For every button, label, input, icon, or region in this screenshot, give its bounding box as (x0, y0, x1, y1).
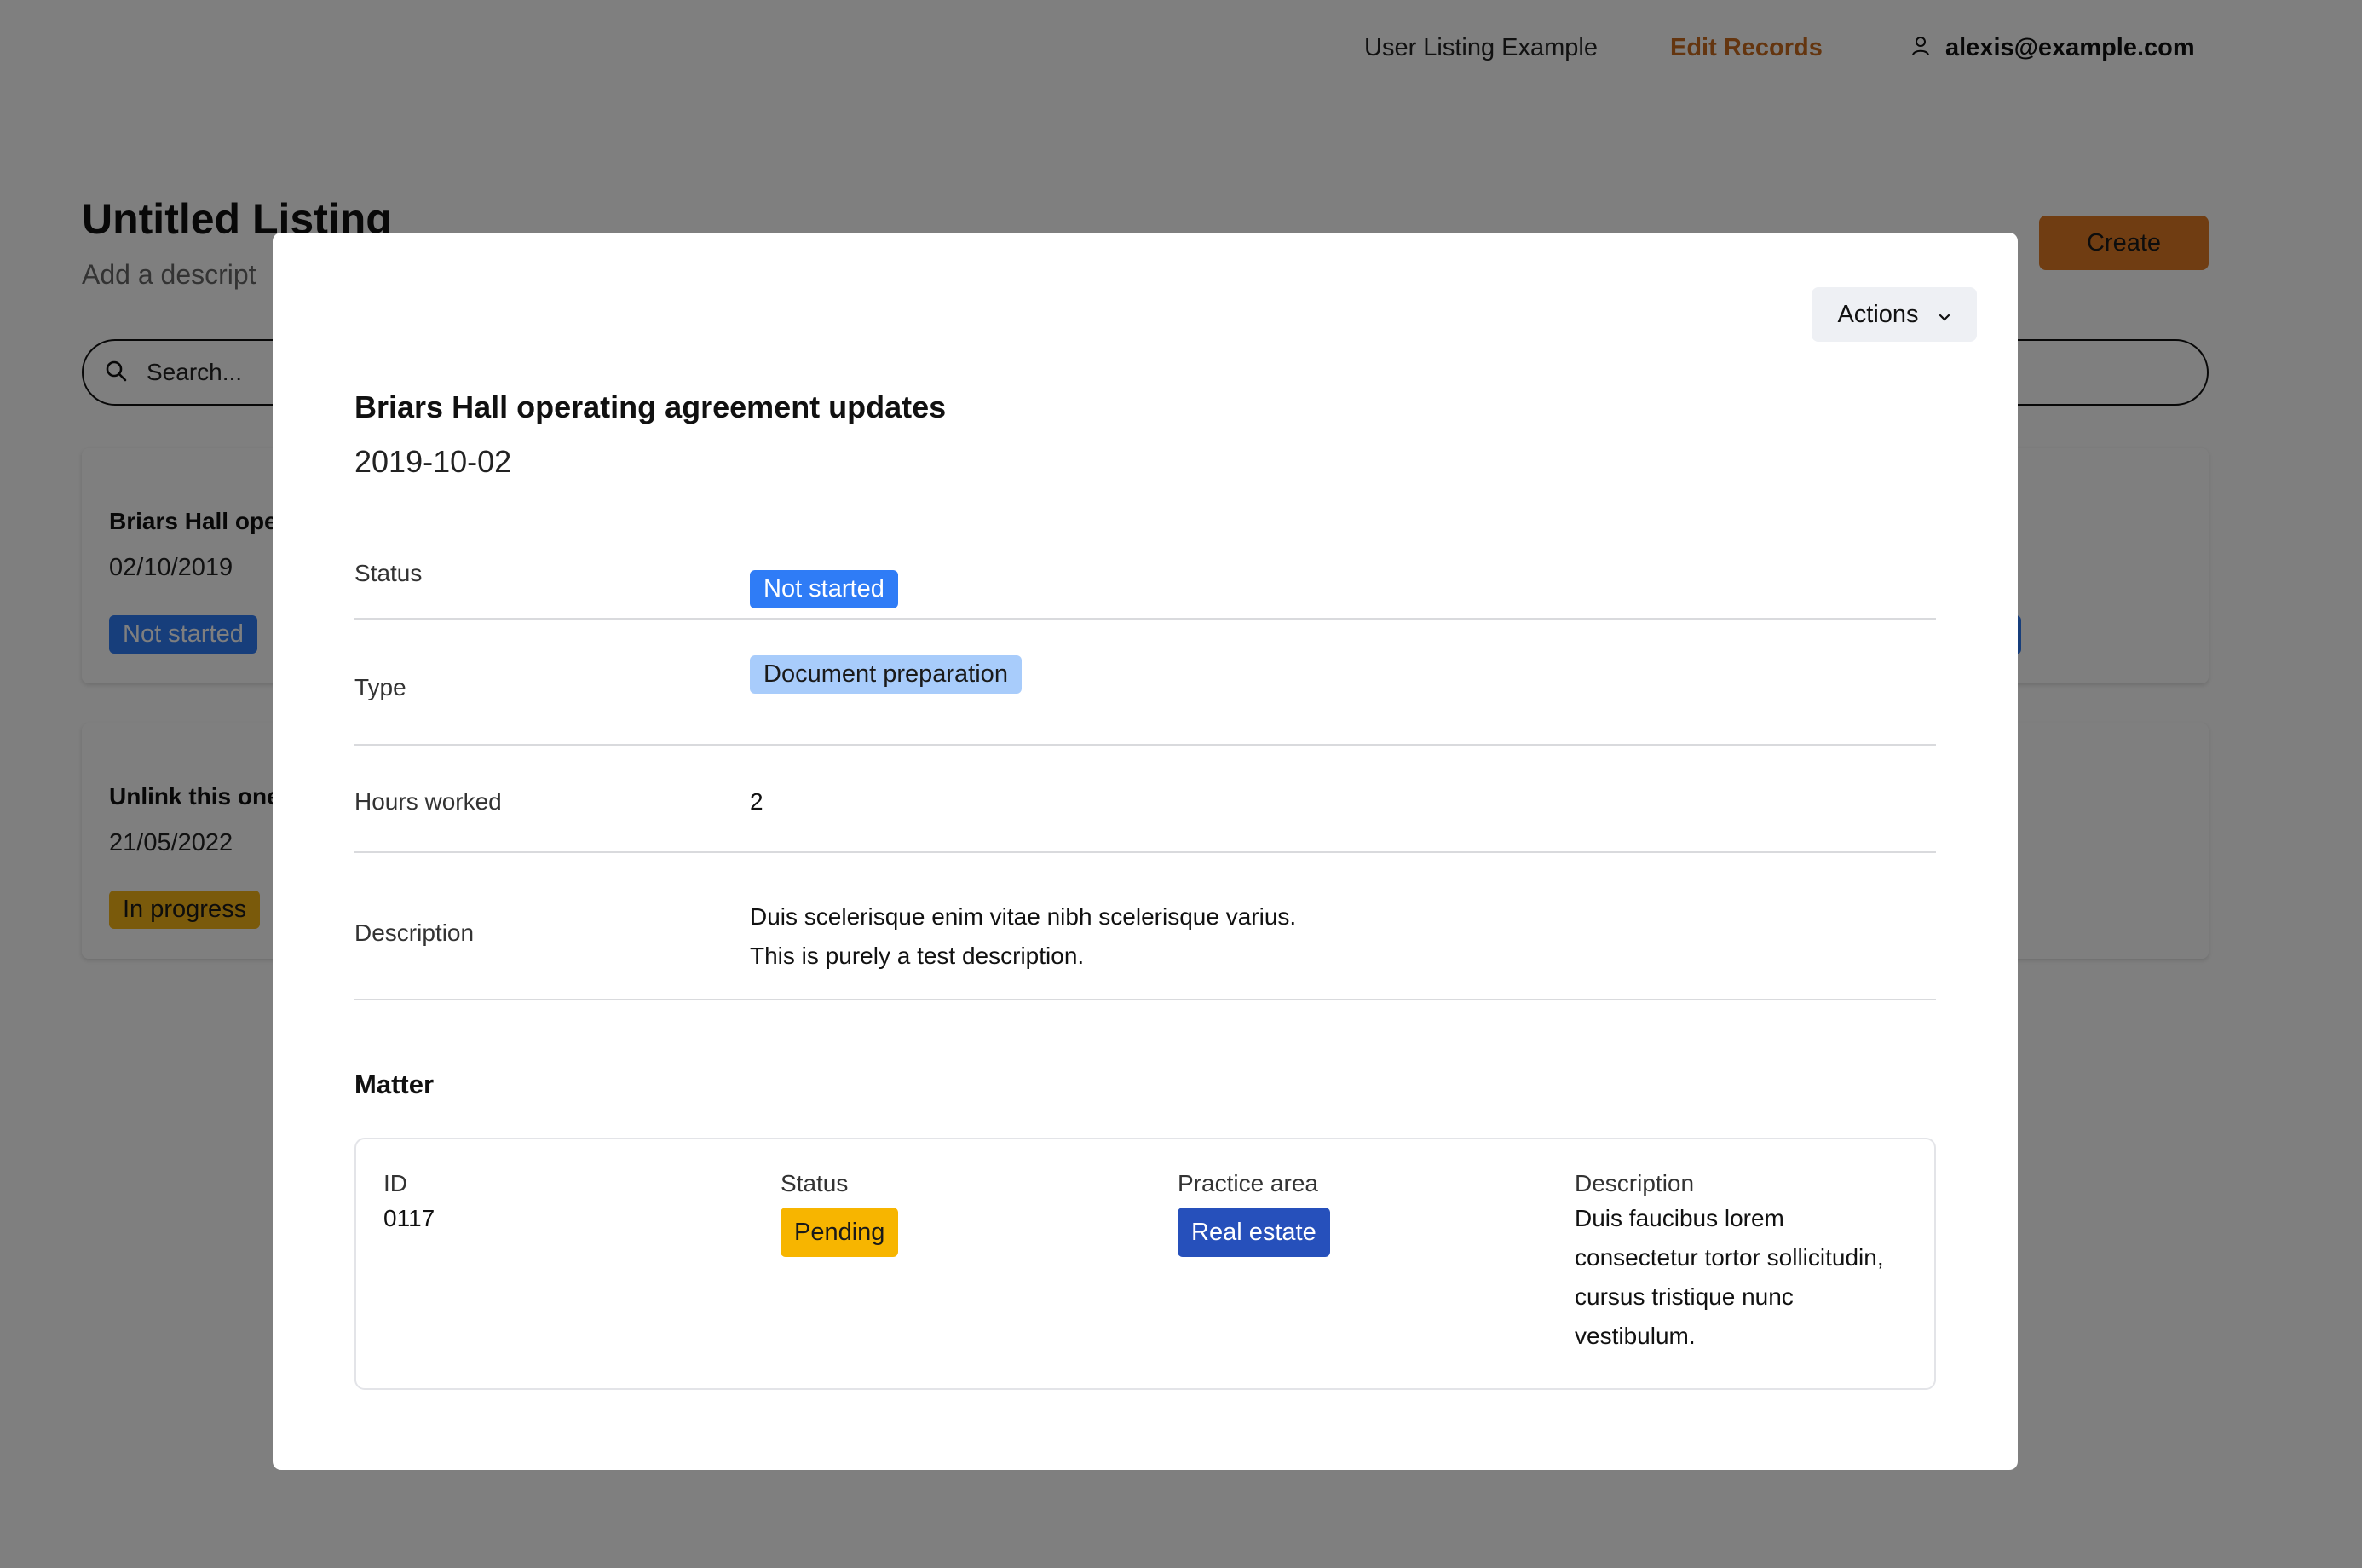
status-badge: Not started (750, 570, 898, 608)
practice-area-badge: Real estate (1178, 1208, 1330, 1257)
field-value: Document preparation (750, 655, 1022, 694)
record-title: Briars Hall operating agreement updates (354, 389, 947, 424)
field-label: Hours worked (354, 788, 502, 815)
description-line: vestibulum. (1575, 1323, 1696, 1349)
col-label: Practice area (1178, 1170, 1318, 1196)
matter-id: ID 0117 (383, 1170, 435, 1238)
description-line: consectetur tortor sollicitudin, (1575, 1244, 1884, 1271)
record-detail-modal: Actions Briars Hall operating agreement … (273, 233, 2018, 1470)
field-row-status: Status Not started (354, 531, 1936, 620)
matter-description: Description Duis faucibus lorem consecte… (1575, 1170, 1916, 1356)
field-label: Status (354, 560, 423, 586)
description-line: Duis scelerisque enim vitae nibh sceleri… (750, 903, 1297, 930)
field-row-hours: Hours worked 2 (354, 746, 1936, 853)
matter-status: Status Pending (781, 1170, 899, 1257)
col-label: Description (1575, 1170, 1695, 1196)
col-label: ID (383, 1170, 407, 1196)
col-label: Status (781, 1170, 849, 1196)
field-value: Not started (750, 570, 898, 608)
description-line: This is purely a test description. (750, 943, 1085, 969)
field-label: Description (354, 919, 475, 946)
description-line: Duis faucibus lorem (1575, 1205, 1784, 1231)
matter-heading: Matter (354, 1069, 435, 1099)
matter-card: ID 0117 Status Pending Practice area Rea… (354, 1138, 1936, 1390)
field-row-description: Description Duis scelerisque enim vitae … (354, 853, 1936, 1000)
type-badge: Document preparation (750, 655, 1022, 694)
matter-id-value: 0117 (383, 1205, 435, 1231)
field-label: Type (354, 674, 406, 700)
matter-description-value: Duis faucibus lorem consectetur tortor s… (1575, 1199, 1916, 1356)
matter-practice-area: Practice area Real estate (1178, 1170, 1330, 1257)
description-line: cursus tristique nunc (1575, 1283, 1794, 1310)
chevron-down-icon (1938, 301, 1951, 329)
description-value: Duis scelerisque enim vitae nibh sceleri… (750, 897, 1296, 976)
status-badge: Pending (781, 1208, 899, 1257)
hours-value: 2 (750, 788, 763, 815)
record-date: 2019-10-02 (354, 444, 512, 479)
actions-label: Actions (1837, 300, 1919, 328)
actions-dropdown-button[interactable]: Actions (1812, 287, 1977, 342)
field-row-type: Type Document preparation (354, 620, 1936, 746)
